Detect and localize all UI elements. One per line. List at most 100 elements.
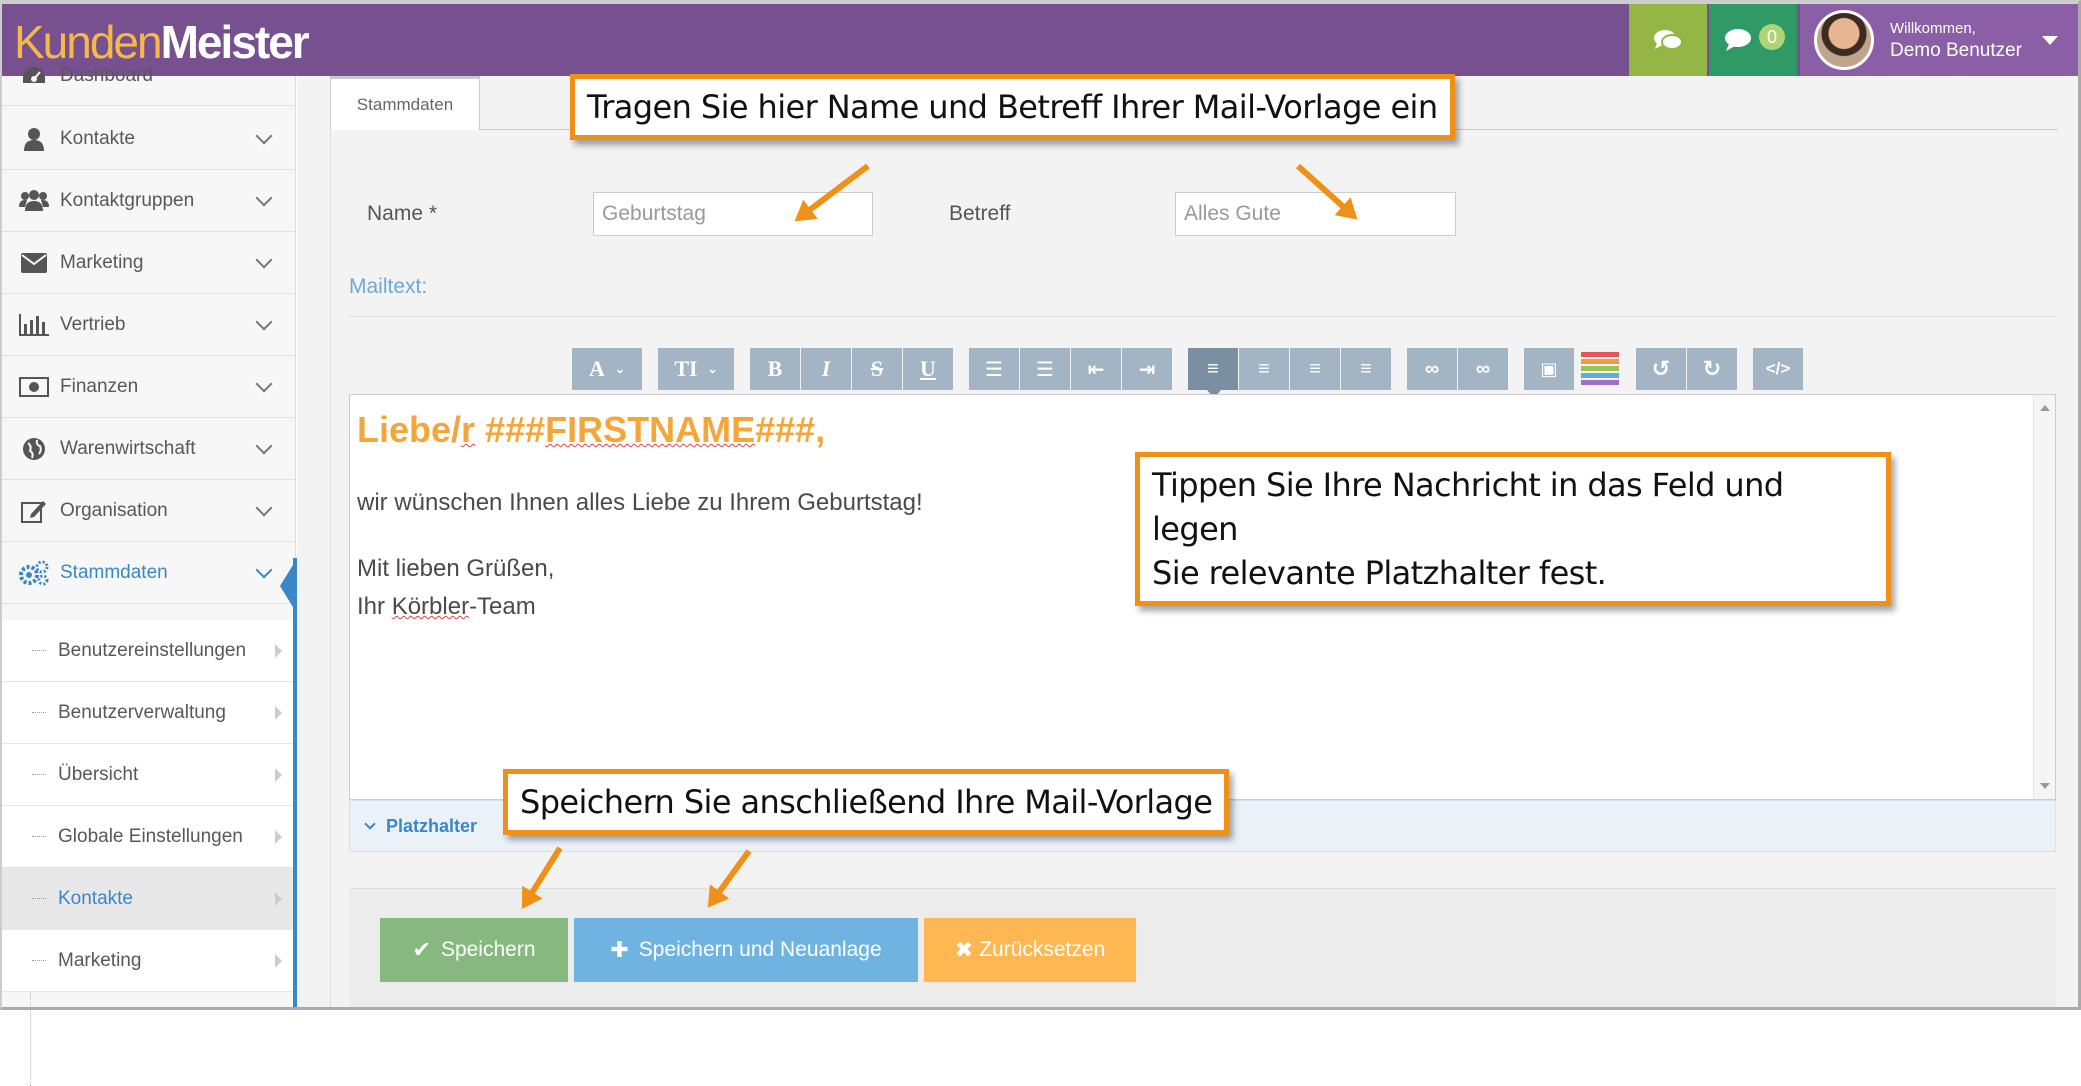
sidebar-item-label: Finanzen [60,375,139,397]
numbered-list-icon[interactable]: ☰ [1020,348,1070,390]
sidebar-subitem-benutzereinstellungen[interactable]: Benutzereinstellungen [0,620,296,682]
sidebar-item-label: Warenwirtschaft [60,437,196,459]
align-center-icon[interactable]: ≡ [1239,348,1289,390]
name-label: Name * [367,202,438,225]
money-icon [18,372,50,402]
unlink-icon[interactable]: ∞ [1458,348,1508,390]
user-name: Demo Benutzer [1890,40,2023,61]
sidebar-item-vertrieb[interactable]: Vertrieb [0,294,296,356]
bullet-list-icon[interactable]: ☰ [969,348,1019,390]
envelope-icon [18,248,50,278]
caret-right-icon [275,953,282,968]
strikethrough-icon[interactable]: S [852,348,902,390]
caret-down-icon [2042,35,2059,45]
edit-icon [18,496,50,526]
callout-message-line: Tippen Sie Ihre Nachricht in das Feld un… [1152,466,1784,548]
code-icon[interactable]: </> [1753,348,1803,390]
bar-chart-icon [18,310,50,340]
sidebar-item-label: Kontakte [60,127,135,149]
sidebar-item-dashboard[interactable]: Dashboard [0,46,296,106]
callout-name-subject: Tragen Sie hier Name und Betreff Ihrer M… [570,74,1455,140]
sidebar-item-label: Stammdaten [60,561,168,583]
chevron-down-icon [255,189,273,206]
chevron-down-icon [255,437,273,454]
sidebar-subitem-benutzerverwaltung[interactable]: Benutzerverwaltung [0,682,296,744]
justify-icon[interactable]: ≡ [1341,348,1391,390]
sidebar-subitem-label: Benutzerverwaltung [58,701,226,723]
chevron-down-icon [255,313,273,330]
sidebar-subitem-label: Globale Einstellungen [58,825,243,847]
reset-button[interactable]: ✖ Zurücksetzen [924,918,1136,982]
font-icon[interactable]: A ⌄ [572,348,642,390]
welcome-text: Willkommen, [1890,20,1976,37]
messages-button[interactable]: 0 [1709,4,1797,76]
underline-icon[interactable]: U [903,348,953,390]
sidebar-item-label: Vertrieb [60,313,126,335]
reset-button-label: Zurücksetzen [979,938,1106,961]
message-count-badge: 0 [1758,24,1785,50]
sidebar-subitem-marketing[interactable]: Marketing [0,930,296,992]
image-icon[interactable]: ▣ [1524,348,1574,390]
sidebar: Dashboard Kontakte Kontaktgruppen Market… [0,65,296,1086]
indent-icon[interactable]: ⇥ [1122,348,1172,390]
caret-right-icon [275,643,282,658]
sidebar-subitem-label: Kontakte [58,887,133,909]
subject-field[interactable]: Alles Gute [1175,192,1456,236]
sidebar-subitem-kontakte[interactable]: Kontakte [0,868,296,930]
save-and-new-button[interactable]: ✚ Speichern und Neuanlage [574,918,918,982]
editor-scrollbar[interactable] [2033,395,2055,799]
sidebar-subitem-uebersicht[interactable]: Übersicht [0,744,296,806]
sidebar-item-label: Dashboard [60,64,153,86]
chat-bubbles-icon [1654,30,1683,50]
align-right-icon[interactable]: ≡ [1290,348,1340,390]
save-button-label: Speichern [440,938,536,961]
placeholder-section-label: Platzhalter [386,815,478,836]
caret-right-icon [275,829,282,844]
undo-icon[interactable]: ↺ [1636,348,1686,390]
globe-icon [18,434,50,464]
sidebar-subitem-label: Übersicht [58,763,139,785]
caret-right-icon [275,891,282,906]
sidebar-subitem-label: Marketing [58,949,142,971]
close-icon: ✖ [954,937,974,962]
chevron-down-icon [255,499,273,516]
align-left-icon[interactable]: ≡ [1188,348,1238,398]
text-size-icon[interactable]: TI ⌄ [658,348,734,390]
avatar [1814,10,1874,70]
tab-stammdaten[interactable]: Stammdaten [330,76,480,130]
subject-label: Betreff [949,202,1011,225]
check-icon: ✔ [412,937,431,962]
sidebar-subitem-label: Benutzereinstellungen [58,639,247,661]
chevron-down-icon [255,127,273,144]
sidebar-item-marketing[interactable]: Marketing [0,232,296,294]
sidebar-item-finanzen[interactable]: Finanzen [0,356,296,418]
users-icon [18,186,50,216]
editor-line: wir wünschen Ihnen alles Liebe zu Ihrem … [357,489,923,516]
sidebar-item-kontakte[interactable]: Kontakte [0,108,296,170]
callout-message-line: Sie relevante Platzhalter fest. [1152,554,1607,592]
chat-button[interactable] [1629,4,1707,76]
sidebar-item-label: Kontaktgruppen [60,189,195,211]
save-button[interactable]: ✔ Speichern [380,918,568,982]
color-icon[interactable] [1575,348,1625,390]
sidebar-item-warenwirtschaft[interactable]: Warenwirtschaft [0,418,296,480]
outdent-icon[interactable]: ⇤ [1071,348,1121,390]
cogs-icon [18,558,50,588]
italic-icon[interactable]: I [801,348,851,390]
sidebar-item-kontaktgruppen[interactable]: Kontaktgruppen [0,170,296,232]
top-navbar: KundenMeister 0 Willkommen, Demo Benutze… [0,0,2081,76]
editor-toolbar: A ⌄ TI ⌄ B I S U ☰ ☰ ⇤ ⇥ ≡ ≡ ≡ ≡ ∞ ∞ ▣ ↺… [572,348,1804,398]
link-icon[interactable]: ∞ [1407,348,1457,390]
bold-icon[interactable]: B [750,348,800,390]
message-icon [1725,29,1751,51]
callout-message: Tippen Sie Ihre Nachricht in das Feld un… [1135,452,1891,606]
sidebar-item-stammdaten[interactable]: Stammdaten [0,542,296,604]
name-field[interactable]: Geburtstag [593,192,873,236]
sidebar-item-label: Organisation [60,499,168,521]
sidebar-subitem-globale-einstellungen[interactable]: Globale Einstellungen [0,806,296,868]
chevron-down-icon [255,251,273,268]
redo-icon[interactable]: ↻ [1687,348,1737,390]
user-menu[interactable]: Willkommen, Demo Benutzer [1800,4,2081,76]
sidebar-item-organisation[interactable]: Organisation [0,480,296,542]
dashboard-icon [18,61,50,91]
